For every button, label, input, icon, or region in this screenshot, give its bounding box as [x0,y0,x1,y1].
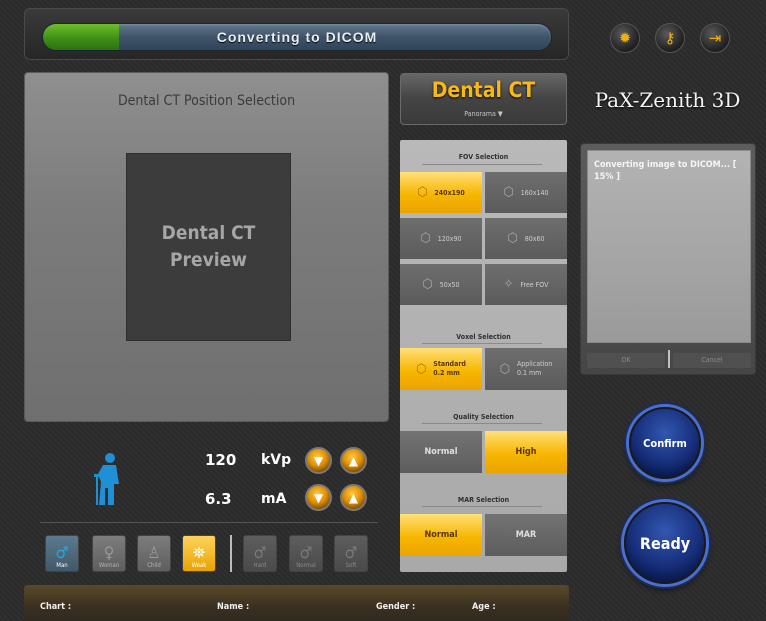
fov-option-50x50[interactable]: ⬡ 50x50 [400,264,482,305]
position-selection-panel: Dental CT Position Selection Dental CT P… [24,72,389,422]
cube-icon: ⬡ [422,277,433,292]
mar-mar-button[interactable]: MAR [485,514,567,556]
cancel-button[interactable]: Cancel [673,353,751,368]
free-fov-icon: ✧ [503,277,514,292]
cube-icon: ⬡ [507,231,518,246]
ma-down-button[interactable]: ▼ [305,484,332,511]
divider [422,506,542,507]
conversion-progress-bar: Converting to DICOM [42,23,552,51]
bone-normal-button[interactable]: ♂ Normal [289,535,323,572]
kvp-value: 120 [205,451,237,469]
fov-option-240x190[interactable]: ⬡ 240x190 [400,172,482,213]
quality-normal-button[interactable]: Normal [400,431,482,473]
fov-heading: FOV Selection [458,153,509,161]
kvp-unit: kVp [261,452,292,468]
exit-icon[interactable]: ⇥ [700,23,730,53]
gender-label: Gender : [376,602,416,612]
preview-line1: Dental CT [161,222,256,244]
cube-icon: ⬡ [503,185,514,200]
mode-selector[interactable]: Dental CT Panorama ▼ [400,73,567,125]
chart-label: Chart : [40,602,72,612]
fov-option-160x140[interactable]: ⬡ 160x140 [485,172,567,213]
divider [40,522,378,523]
bone-soft-button[interactable]: ♂ Soft [334,535,368,572]
voxel-option-application[interactable]: ⬡ Application 0.1 mm [485,348,567,390]
child-icon: ♙ [147,543,161,562]
ready-button[interactable]: Ready [624,502,706,584]
mode-title: Dental CT [431,78,536,102]
progress-text: Converting to DICOM [216,29,378,45]
bone-hard-button[interactable]: ♂ Hard [243,535,277,572]
cube-icon: ⬡ [420,231,431,246]
preview-line2: Preview [170,249,247,271]
divider [422,164,542,165]
message-text: Converting image to DICOM... [ 15% ] [587,150,751,343]
mode-dropdown[interactable]: Panorama ▼ [401,110,566,118]
divider [230,535,232,572]
position-panel-title: Dental CT Position Selection [117,93,296,109]
patient-woman-button[interactable]: ♀ Woman [92,535,126,572]
voxel-cube-icon: ⬡ [499,361,510,377]
patient-weak-icon [94,453,119,505]
divider [668,350,670,368]
divider [422,423,542,424]
patient-child-button[interactable]: ♙ Child [137,535,171,572]
fov-option-80x60[interactable]: ⬡ 80x60 [485,218,567,259]
selection-panel: FOV Selection ⬡ 240x190 ⬡ 160x140 ⬡ 120x… [400,140,567,572]
key-icon[interactable]: ⚷ [655,23,685,53]
weak-icon: ⛯ [192,543,206,562]
dental-ct-preview: Dental CT Preview [126,153,291,341]
voxel-option-standard[interactable]: ⬡ Standard 0.2 mm [400,348,482,390]
message-dialog: Converting image to DICOM... [ 15% ] OK … [580,143,756,375]
cube-icon: ⬡ [417,185,428,200]
name-label: Name : [217,602,250,612]
fov-option-free-fov[interactable]: ✧ Free FOV [485,264,567,305]
normal-icon: ♂ [299,543,313,562]
ma-unit: mA [261,491,287,507]
age-label: Age : [472,602,496,612]
kvp-up-button[interactable]: ▲ [340,447,367,474]
quality-heading: Quality Selection [453,413,514,421]
voxel-cube-icon: ⬡ [416,361,427,377]
brand-logo: PaX-Zenith 3D [594,88,741,112]
divider [422,343,542,344]
mar-heading: MAR Selection [457,496,510,504]
confirm-button[interactable]: Confirm [629,407,701,479]
mar-normal-button[interactable]: Normal [400,514,482,556]
voxel-heading: Voxel Selection [456,333,511,341]
ma-value: 6.3 [205,490,232,508]
ma-up-button[interactable]: ▲ [340,484,367,511]
patient-man-button[interactable]: ♂ Man [45,535,79,572]
man-icon: ♂ [55,543,69,562]
ok-button[interactable]: OK [587,353,665,368]
fov-option-120x90[interactable]: ⬡ 120x90 [400,218,482,259]
lamp-icon[interactable]: ✹ [610,23,640,53]
patient-weak-button[interactable]: ⛯ Weak [182,535,216,572]
quality-high-button[interactable]: High [485,431,567,473]
soft-icon: ♂ [344,543,358,562]
woman-icon: ♀ [103,543,115,562]
kvp-down-button[interactable]: ▼ [305,447,332,474]
hard-icon: ♂ [253,543,267,562]
